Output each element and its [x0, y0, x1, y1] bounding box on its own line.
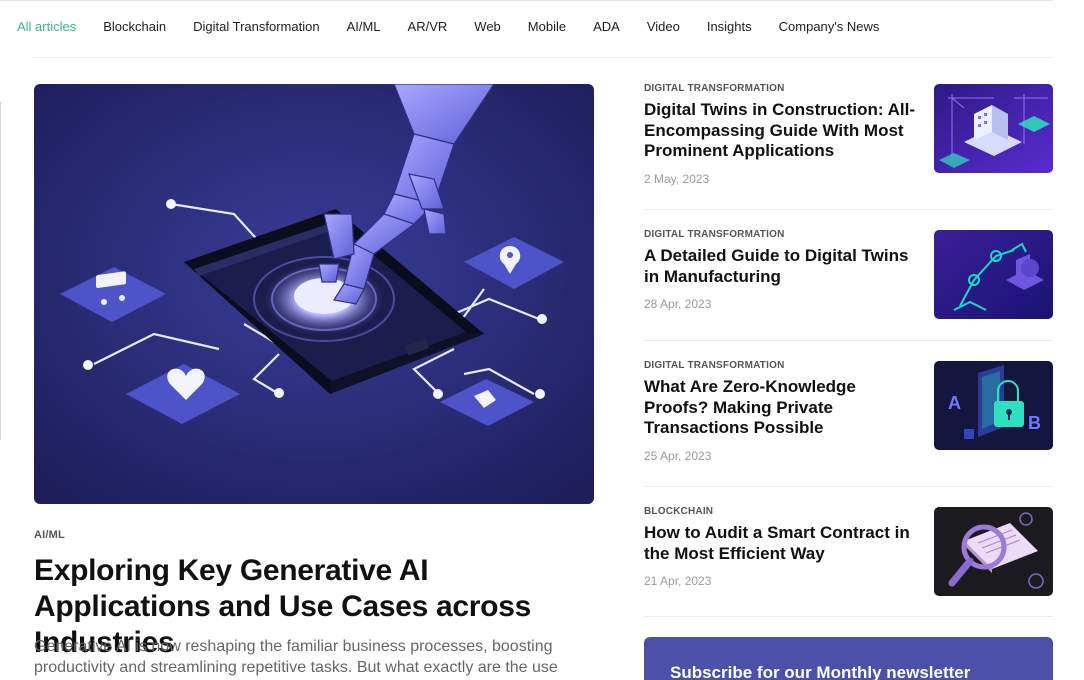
article-thumbnail[interactable]: [934, 507, 1053, 596]
newsletter-title: Subscribe for our Monthly newsletter: [670, 663, 971, 680]
construction-crane-illustration: [934, 84, 1053, 173]
nav-ada[interactable]: ADA: [593, 19, 620, 34]
featured-category[interactable]: AI/ML: [34, 529, 65, 541]
nav-divider: [34, 57, 1053, 58]
padlock-illustration: A B: [934, 361, 1053, 450]
article-divider: [644, 616, 1053, 617]
article-date: 25 Apr, 2023: [644, 448, 712, 463]
article-divider: [644, 209, 1053, 210]
article-card[interactable]: DIGITAL TRANSFORMATION A Detailed Guide …: [644, 229, 1053, 319]
article-divider: [644, 340, 1053, 341]
ai-hand-phone-illustration: [34, 84, 594, 504]
page-edge-line: [0, 102, 1, 440]
article-card[interactable]: DIGITAL TRANSFORMATION What Are Zero-Kno…: [644, 360, 1053, 463]
nav-digital-transformation[interactable]: Digital Transformation: [193, 19, 319, 34]
article-divider: [644, 486, 1053, 487]
nav-mobile[interactable]: Mobile: [528, 19, 566, 34]
article-title[interactable]: What Are Zero-Knowledge Proofs? Making P…: [644, 377, 919, 439]
nav-web[interactable]: Web: [474, 19, 501, 34]
article-thumbnail[interactable]: A B: [934, 361, 1053, 450]
nav-insights[interactable]: Insights: [707, 19, 752, 34]
article-thumbnail[interactable]: [934, 84, 1053, 173]
category-nav: All articles Blockchain Digital Transfor…: [17, 17, 906, 35]
newsletter-card: Subscribe for our Monthly newsletter: [644, 637, 1053, 680]
nav-all-articles[interactable]: All articles: [17, 19, 76, 34]
nav-ai-ml[interactable]: AI/ML: [347, 19, 381, 34]
robotic-arm-illustration: [934, 230, 1053, 319]
nav-ar-vr[interactable]: AR/VR: [408, 19, 448, 34]
top-border: [0, 0, 1053, 1]
nav-company-news[interactable]: Company's News: [779, 19, 880, 34]
svg-text:B: B: [1028, 413, 1041, 433]
article-date: 2 May, 2023: [644, 171, 710, 186]
nav-blockchain[interactable]: Blockchain: [103, 19, 166, 34]
featured-excerpt: Generative AI is now reshaping the famil…: [34, 638, 558, 676]
article-title[interactable]: A Detailed Guide to Digital Twins in Man…: [644, 246, 919, 287]
svg-text:A: A: [948, 393, 961, 413]
featured-image[interactable]: [34, 84, 594, 504]
nav-video[interactable]: Video: [647, 19, 680, 34]
article-thumbnail[interactable]: [934, 230, 1053, 319]
article-title[interactable]: Digital Twins in Construction: All-Encom…: [644, 100, 919, 162]
article-title[interactable]: How to Audit a Smart Contract in the Mos…: [644, 523, 919, 564]
smart-contract-magnifier-illustration: [934, 507, 1053, 596]
article-card[interactable]: BLOCKCHAIN How to Audit a Smart Contract…: [644, 506, 1053, 596]
article-card[interactable]: DIGITAL TRANSFORMATION Digital Twins in …: [644, 83, 1053, 186]
